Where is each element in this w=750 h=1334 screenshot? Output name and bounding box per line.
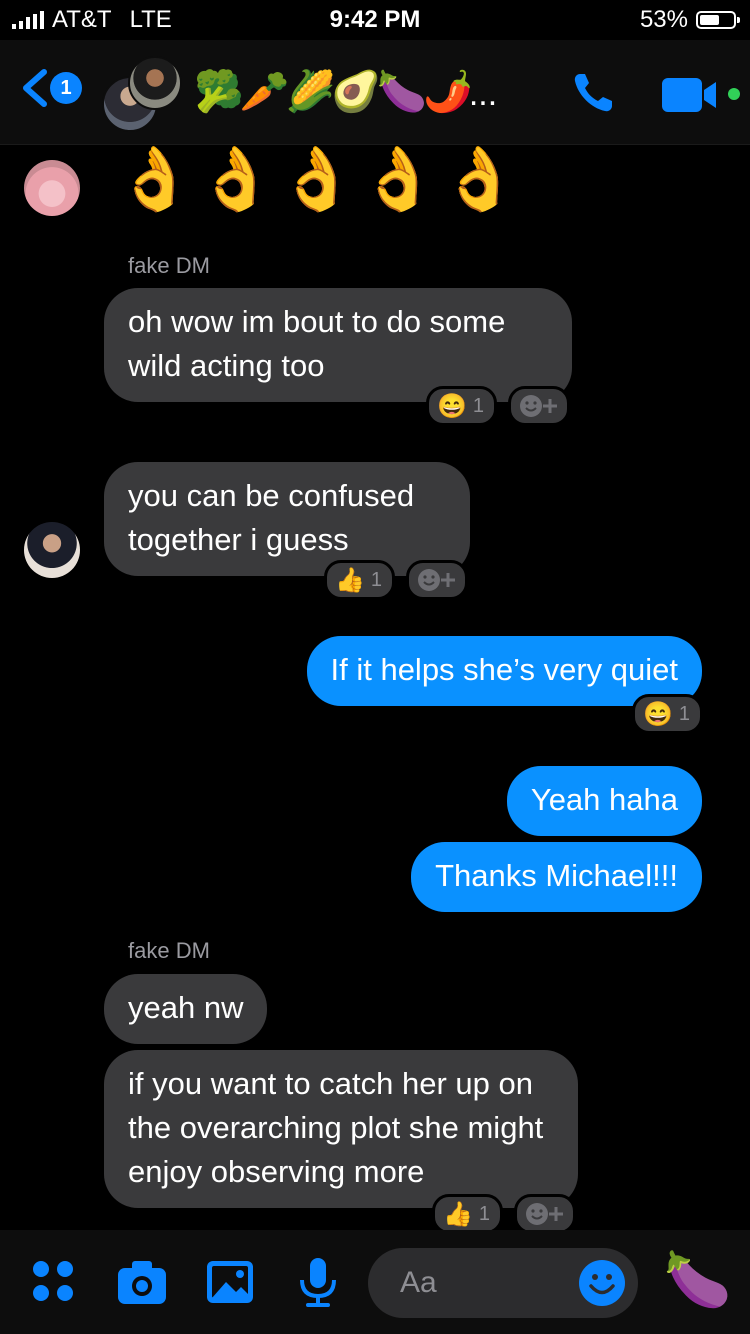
reaction-count: 1 (370, 568, 383, 591)
conversation-title[interactable]: 🥦🥕🌽🥑🍆🌶️... (194, 68, 497, 115)
apps-grid-icon[interactable] (28, 1256, 80, 1308)
input-placeholder: Aa (400, 1266, 437, 1299)
back-chevron-icon[interactable] (18, 68, 54, 108)
message-list[interactable]: 👌👌👌👌👌 fake DM oh wow im bout to do some … (0, 144, 750, 1234)
message-bubble[interactable]: yeah nw (104, 974, 268, 1044)
avatar[interactable] (24, 522, 80, 578)
sender-name: fake DM (128, 253, 210, 278)
emoji-picker-icon[interactable] (578, 1259, 626, 1307)
reaction-count: 1 (678, 702, 691, 725)
composer-bar: Aa 🍆 (0, 1230, 750, 1334)
sender-name: fake DM (128, 938, 210, 963)
photo-gallery-icon[interactable] (204, 1256, 256, 1308)
reaction-count: 1 (472, 394, 485, 417)
unread-badge[interactable]: 1 (50, 72, 82, 104)
reaction-pill[interactable]: 😄 1 (426, 386, 498, 426)
avatar[interactable] (24, 160, 80, 216)
reaction-emoji: 😄 (643, 700, 673, 728)
group-avatar[interactable] (102, 56, 182, 132)
add-reaction-button[interactable] (406, 560, 468, 600)
add-reaction-icon (418, 569, 455, 591)
battery-icon (696, 11, 740, 29)
battery-percent: 53% (639, 6, 688, 33)
message-input[interactable]: Aa (368, 1248, 638, 1318)
message-bubble[interactable]: you can be confused together i guess (104, 462, 470, 576)
phone-call-icon[interactable] (568, 68, 618, 118)
message-bubble-sent[interactable]: Thanks Michael!!! (411, 842, 702, 912)
reaction-emoji: 👍 (335, 566, 365, 594)
camera-icon[interactable] (116, 1256, 168, 1308)
conversation-header: 1 🥦🥕🌽🥑🍆🌶️... (0, 40, 750, 145)
message-bubble[interactable]: if you want to catch her up on the overa… (104, 1050, 578, 1208)
add-reaction-icon (520, 395, 557, 417)
add-reaction-button[interactable] (508, 386, 570, 426)
clock: 9:42 PM (329, 6, 421, 33)
status-bar: AT&T LTE 9:42 PM 53% (0, 0, 750, 40)
add-reaction-icon (526, 1203, 563, 1225)
reaction-pill[interactable]: 😄 1 (632, 694, 704, 734)
message-bubble-sent[interactable]: Yeah haha (506, 766, 702, 836)
title-emojis: 🥦🥕🌽🥑🍆🌶️ (194, 70, 473, 114)
microphone-icon[interactable] (292, 1256, 344, 1308)
reaction-emoji: 😄 (437, 392, 467, 420)
add-reaction-button[interactable] (514, 1194, 576, 1234)
title-ellipsis: ... (468, 75, 498, 113)
quick-emoji-button[interactable]: 🍆 (664, 1250, 731, 1310)
reaction-pill[interactable]: 👍 1 (432, 1194, 504, 1234)
emoji-message[interactable]: 👌👌👌👌👌 (116, 144, 522, 216)
reaction-count: 1 (478, 1202, 491, 1225)
avatar-member-2 (128, 56, 182, 110)
reaction-pill[interactable]: 👍 1 (324, 560, 396, 600)
reaction-emoji: 👍 (443, 1200, 473, 1228)
status-right: 53% (639, 6, 740, 34)
active-now-dot (728, 88, 740, 100)
message-bubble[interactable]: oh wow im bout to do some wild acting to… (104, 288, 572, 402)
